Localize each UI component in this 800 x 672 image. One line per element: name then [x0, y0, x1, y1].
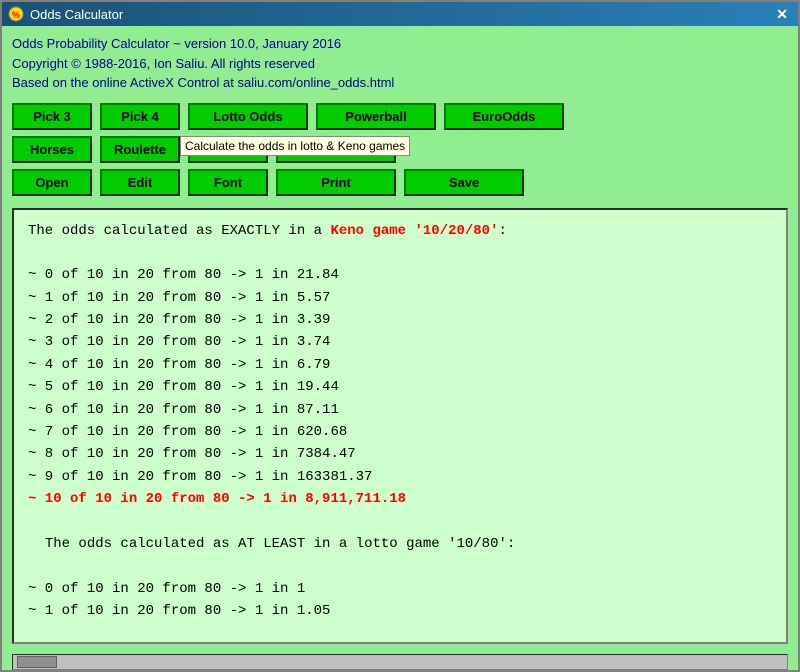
- output-row: ~ 10 of 10 in 20 from 80 -> 1 in 8,911,7…: [28, 488, 772, 510]
- output-row: ~ 8 of 10 in 20 from 80 -> 1 in 7384.47: [28, 443, 772, 465]
- output-rows: ~ 0 of 10 in 20 from 80 -> 1 in 21.84~ 1…: [28, 264, 772, 510]
- output-row2: ~ 0 of 10 in 20 from 80 -> 1 in 1: [28, 578, 772, 600]
- output-row: ~ 0 of 10 in 20 from 80 -> 1 in 21.84: [28, 264, 772, 286]
- svg-text:%: %: [12, 10, 20, 20]
- output-intro-text: The odds calculated as EXACTLY in a: [28, 223, 330, 239]
- output-row: ~ 6 of 10 in 20 from 80 -> 1 in 87.11: [28, 399, 772, 421]
- output-section2-text: The odds calculated as AT LEAST in a lot…: [45, 536, 515, 552]
- output-row: ~ 4 of 10 in 20 from 80 -> 1 in 6.79: [28, 354, 772, 376]
- tooltip-text: Calculate the odds in lotto & Keno games: [180, 136, 410, 156]
- close-button[interactable]: ✕: [772, 6, 792, 23]
- lotto-odds-button[interactable]: Lotto Odds: [188, 103, 308, 130]
- output-row: ~ 2 of 10 in 20 from 80 -> 1 in 3.39: [28, 309, 772, 331]
- header-line2: Copyright © 1988-2016, Ion Saliu. All ri…: [12, 54, 788, 74]
- header-line1: Odds Probability Calculator ~ version 10…: [12, 34, 788, 54]
- pick3-button[interactable]: Pick 3: [12, 103, 92, 130]
- main-window: % Odds Calculator ✕ Odds Probability Cal…: [0, 0, 800, 672]
- toolbar: Pick 3 Pick 4 Lotto Odds Powerball EuroO…: [2, 97, 798, 208]
- output-game-name: Keno game '10/20/80': [330, 223, 498, 239]
- header-section: Odds Probability Calculator ~ version 10…: [2, 26, 798, 97]
- output-intro-end: :: [498, 223, 506, 239]
- edit-button[interactable]: Edit: [100, 169, 180, 196]
- output-section2: The odds calculated as AT LEAST in a lot…: [28, 533, 772, 555]
- titlebar: % Odds Calculator ✕: [2, 2, 798, 26]
- output-row: ~ 1 of 10 in 20 from 80 -> 1 in 5.57: [28, 287, 772, 309]
- button-row-2: Horses Roulette Calculate the odds in lo…: [12, 136, 788, 163]
- pick4-button[interactable]: Pick 4: [100, 103, 180, 130]
- button-row-3: Open Edit Font Print Save: [12, 169, 788, 196]
- output-area: The odds calculated as EXACTLY in a Keno…: [12, 208, 788, 645]
- font-button[interactable]: Font: [188, 169, 268, 196]
- horizontal-scrollbar[interactable]: [12, 654, 788, 670]
- output-rows2: ~ 0 of 10 in 20 from 80 -> 1 in 1~ 1 of …: [28, 578, 772, 623]
- roulette-button[interactable]: Roulette: [100, 136, 180, 163]
- output-row2: ~ 1 of 10 in 20 from 80 -> 1 in 1.05: [28, 600, 772, 622]
- powerball-button[interactable]: Powerball: [316, 103, 436, 130]
- output-row: ~ 3 of 10 in 20 from 80 -> 1 in 3.74: [28, 331, 772, 353]
- open-button[interactable]: Open: [12, 169, 92, 196]
- output-scroll[interactable]: The odds calculated as EXACTLY in a Keno…: [14, 210, 786, 643]
- print-button[interactable]: Print: [276, 169, 396, 196]
- button-row-1: Pick 3 Pick 4 Lotto Odds Powerball EuroO…: [12, 103, 788, 130]
- roulette-tooltip-area: Roulette Calculate the odds in lotto & K…: [100, 136, 180, 163]
- output-row: ~ 9 of 10 in 20 from 80 -> 1 in 163381.3…: [28, 466, 772, 488]
- euroodds-button[interactable]: EuroOdds: [444, 103, 564, 130]
- save-button[interactable]: Save: [404, 169, 524, 196]
- output-intro: The odds calculated as EXACTLY in a Keno…: [28, 220, 772, 242]
- header-line3: Based on the online ActiveX Control at s…: [12, 73, 788, 93]
- hscrollbar-thumb[interactable]: [17, 656, 57, 668]
- titlebar-title: Odds Calculator: [30, 7, 123, 22]
- output-row: ~ 7 of 10 in 20 from 80 -> 1 in 620.68: [28, 421, 772, 443]
- output-row: ~ 5 of 10 in 20 from 80 -> 1 in 19.44: [28, 376, 772, 398]
- horses-button[interactable]: Horses: [12, 136, 92, 163]
- app-icon: %: [8, 6, 24, 22]
